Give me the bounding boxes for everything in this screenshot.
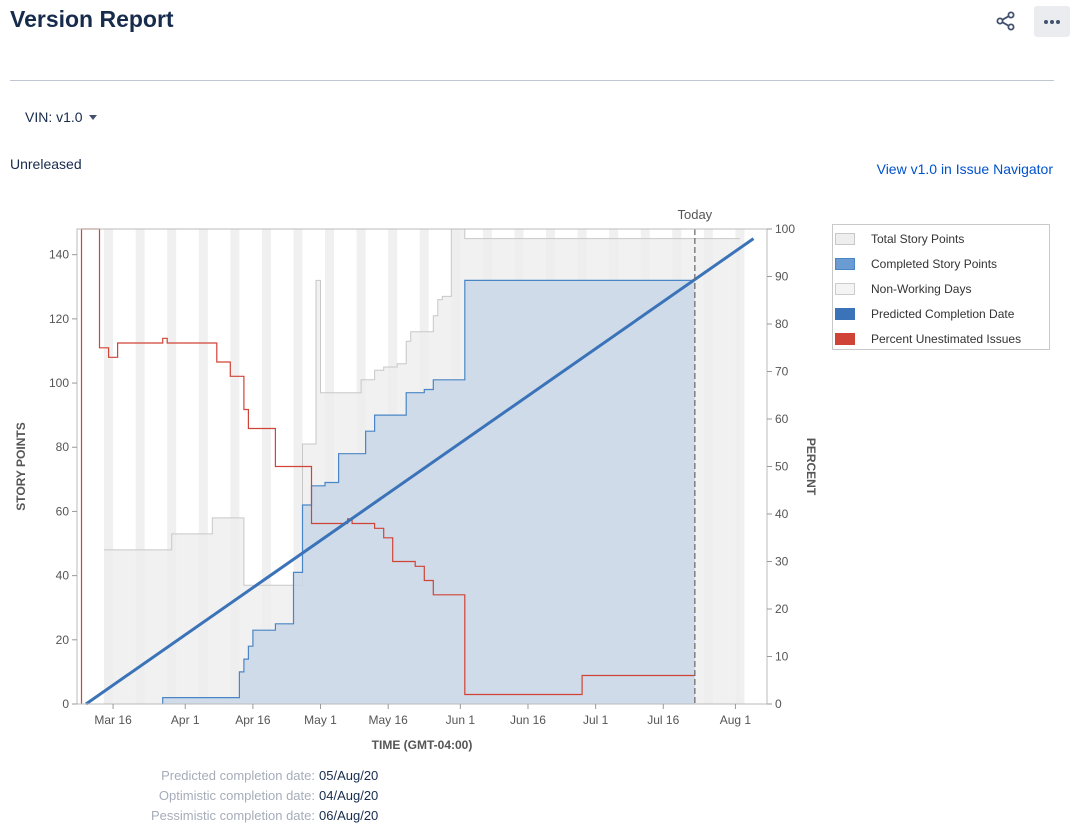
y-tick-label: 0 [62, 697, 69, 711]
y-tick-label: 40 [56, 569, 70, 583]
legend-label: Total Story Points [871, 232, 965, 246]
y2-tick-label: 60 [775, 412, 789, 426]
legend-label: Non-Working Days [871, 282, 972, 296]
legend-label: Completed Story Points [871, 257, 998, 271]
legend-swatch [835, 308, 855, 320]
legend-swatch [835, 258, 855, 270]
optimistic-date-value: 04/Aug/20 [319, 788, 379, 803]
issue-navigator-link[interactable]: View v1.0 in Issue Navigator [877, 161, 1053, 177]
predicted-date-row: Predicted completion date: 05/Aug/20 [0, 768, 1085, 788]
x-tick-label: May 1 [304, 713, 337, 727]
x-tick-label: Jul 1 [583, 713, 609, 727]
y-tick-label: 20 [56, 633, 70, 647]
y-tick-label: 80 [56, 440, 70, 454]
chart-legend: Total Story Points Completed Story Points… [832, 224, 1050, 350]
x-tick-label: Aug 1 [720, 713, 752, 727]
pessimistic-date-label: Pessimistic completion date: [150, 808, 315, 823]
y-tick-label: 120 [49, 312, 69, 326]
legend-item: Non-Working Days [833, 279, 971, 299]
x-tick-label: Jun 1 [446, 713, 476, 727]
x-axis-title: TIME (GMT-04:00) [372, 738, 473, 752]
x-tick-label: Jun 16 [510, 713, 546, 727]
y2-tick-label: 10 [775, 650, 789, 664]
x-tick-label: Jul 16 [647, 713, 679, 727]
version-select[interactable]: VIN: v1.0 [25, 109, 97, 125]
x-tick-label: Apr 16 [235, 713, 271, 727]
legend-swatch [835, 233, 855, 245]
y2-tick-label: 50 [775, 460, 789, 474]
predicted-date-value: 05/Aug/20 [319, 768, 379, 783]
x-tick-label: May 16 [368, 713, 408, 727]
predicted-date-label: Predicted completion date: [161, 768, 315, 783]
y2-tick-label: 100 [775, 222, 795, 236]
page-title: Version Report [10, 6, 174, 32]
legend-item: Completed Story Points [833, 254, 997, 274]
more-icon [1044, 19, 1060, 24]
y-tick-label: 100 [49, 376, 69, 390]
legend-swatch [835, 333, 855, 345]
y2-tick-label: 30 [775, 555, 789, 569]
today-label: Today [677, 207, 712, 222]
version-chart: Today 0 20 40 60 80 100 120 140 0 10 20 30 40 50 60 70 80… [14, 207, 818, 752]
legend-item: Predicted Completion Date [833, 304, 1014, 324]
y2-tick-label: 0 [775, 697, 782, 711]
legend-label: Percent Unestimated Issues [871, 332, 1022, 346]
chevron-down-icon [88, 114, 97, 120]
header-divider [10, 80, 1054, 81]
y2-tick-label: 80 [775, 317, 789, 331]
pessimistic-date-value: 06/Aug/20 [319, 808, 379, 823]
x-tick-label: Mar 16 [94, 713, 132, 727]
legend-label: Predicted Completion Date [871, 307, 1015, 321]
y2-tick-label: 70 [775, 365, 789, 379]
pessimistic-date-row: Pessimistic completion date: 06/Aug/20 [0, 808, 1085, 828]
y2-tick-label: 20 [775, 602, 789, 616]
x-tick-label: Apr 1 [171, 713, 200, 727]
y2-tick-label: 90 [775, 270, 789, 284]
more-actions-button[interactable] [1034, 6, 1070, 37]
optimistic-date-label: Optimistic completion date: [158, 788, 315, 803]
y-axis-title: STORY POINTS [14, 422, 28, 510]
legend-item: Percent Unestimated Issues [833, 329, 1021, 349]
version-select-label: VIN: v1.0 [25, 109, 83, 125]
y-tick-label: 140 [49, 248, 69, 262]
version-status: Unreleased [10, 156, 82, 172]
share-button[interactable] [990, 6, 1022, 36]
y-tick-label: 60 [56, 504, 70, 518]
legend-swatch [835, 283, 855, 295]
optimistic-date-row: Optimistic completion date: 04/Aug/20 [0, 788, 1085, 808]
legend-item: Total Story Points [833, 229, 964, 249]
y2-tick-label: 40 [775, 507, 789, 521]
share-icon [996, 11, 1015, 31]
y2-axis-title: PERCENT [804, 438, 818, 496]
